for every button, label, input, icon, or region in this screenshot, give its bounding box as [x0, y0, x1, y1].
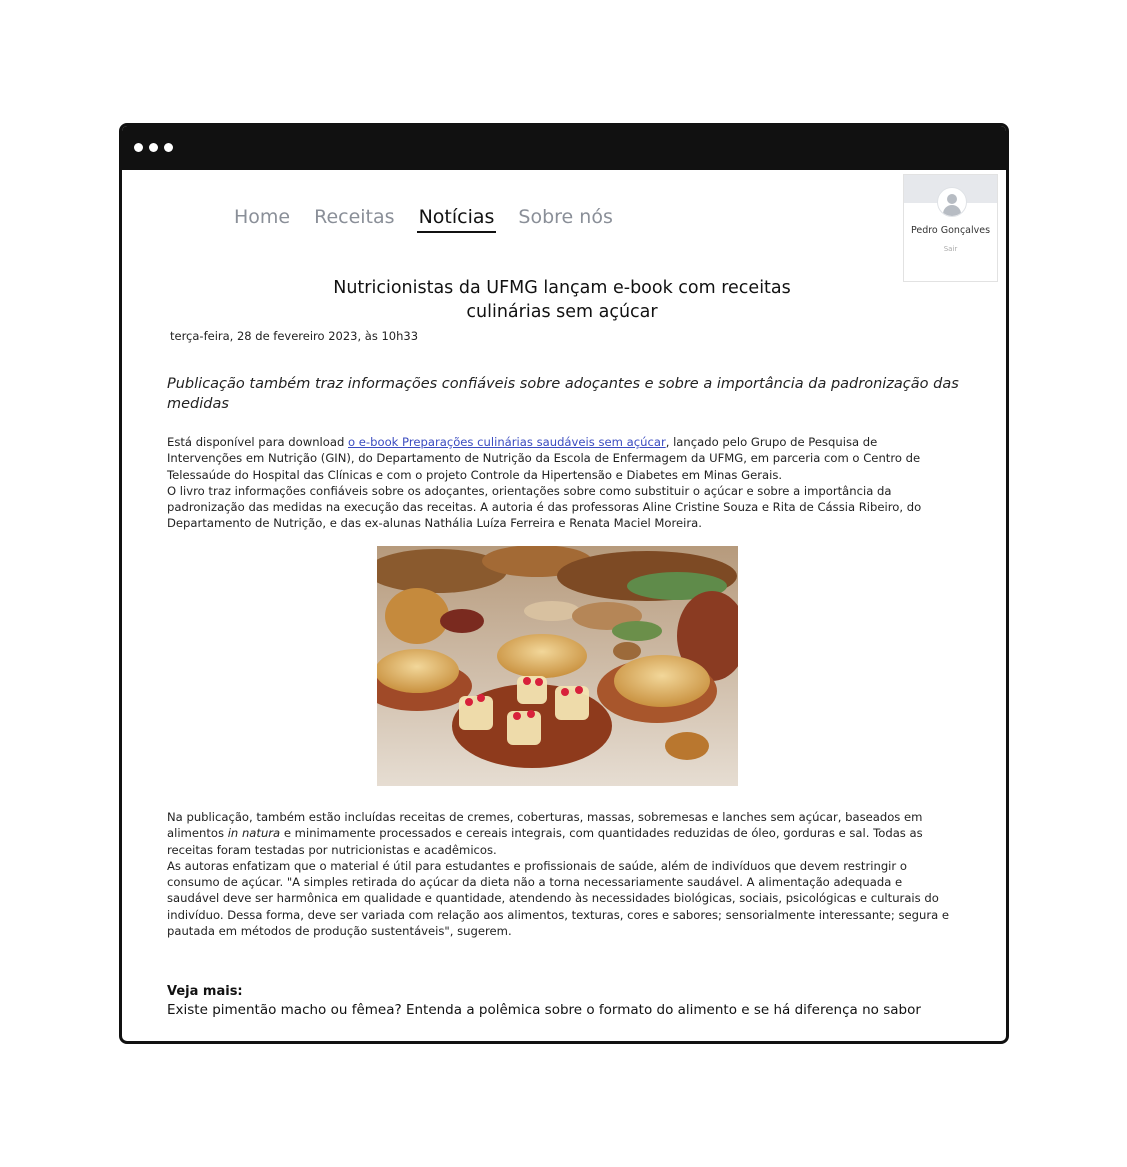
related-article-link[interactable]: Existe pimentão macho ou fêmea? Entenda …	[167, 1002, 921, 1018]
paragraph-4: As autoras enfatizam que o material é út…	[167, 858, 950, 939]
paragraph-1-text-a: Está disponível para download	[167, 435, 349, 449]
window-dot-icon[interactable]	[134, 143, 143, 152]
nav-item-receitas[interactable]: Receitas	[312, 206, 396, 233]
window-titlebar	[122, 126, 1006, 170]
user-avatar-icon[interactable]	[937, 187, 967, 217]
article-title-line2: culinárias sem açúcar	[466, 302, 658, 322]
article-subtitle: Publicação também traz informações confi…	[167, 376, 959, 412]
article-date: terça-feira, 28 de fevereiro 2023, às 10…	[170, 329, 419, 343]
paragraph-2: O livro traz informações confiáveis sobr…	[167, 483, 922, 531]
article-photo	[377, 546, 738, 786]
nav-item-noticias[interactable]: Notícias	[416, 206, 497, 233]
article-title-line1: Nutricionistas da UFMG lançam e-book com…	[333, 278, 791, 298]
paragraph-3-text-b: e minimamente processados e cereais inte…	[167, 826, 923, 857]
article-title: Nutricionistas da UFMG lançam e-book com…	[312, 276, 812, 324]
paragraph-1: Está disponível para download o e-book P…	[167, 434, 952, 483]
user-card: Pedro Gonçalves Sair	[903, 174, 998, 282]
ebook-download-link[interactable]: o e-book Preparações culinárias saudávei…	[348, 435, 666, 449]
article-body-bottom: Na publicação, também estão incluídas re…	[167, 809, 952, 939]
window-dot-icon[interactable]	[149, 143, 158, 152]
see-more-heading: Veja mais:	[167, 984, 243, 999]
main-nav: Home Receitas Notícias Sobre nós	[232, 206, 615, 233]
user-name: Pedro Gonçalves	[910, 225, 991, 236]
nav-item-home[interactable]: Home	[232, 206, 292, 233]
article-body-top: Está disponível para download o e-book P…	[167, 434, 952, 532]
logout-link[interactable]: Sair	[904, 245, 997, 253]
browser-window: Home Receitas Notícias Sobre nós Pedro G…	[119, 123, 1009, 1044]
nav-item-sobre-nos[interactable]: Sobre nós	[516, 206, 614, 233]
paragraph-3-emphasis: in natura	[227, 826, 281, 841]
window-dot-icon[interactable]	[164, 143, 173, 152]
paragraph-3: Na publicação, também estão incluídas re…	[167, 809, 952, 858]
